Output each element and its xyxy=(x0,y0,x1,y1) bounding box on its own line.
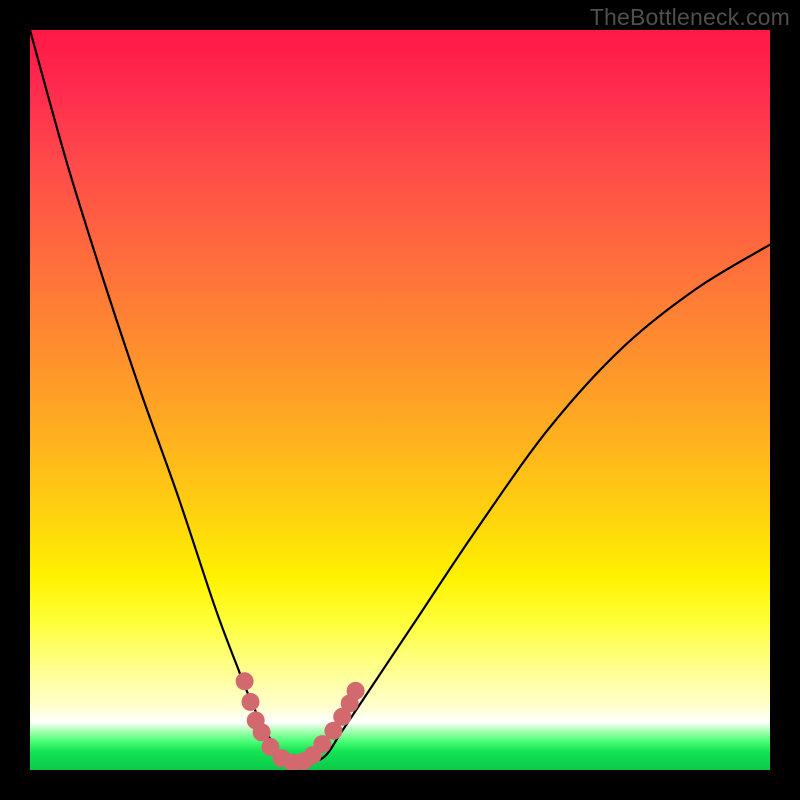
highlight-dot xyxy=(236,672,254,690)
highlight-dot xyxy=(347,682,365,700)
chart-frame: TheBottleneck.com xyxy=(0,0,800,800)
plot-area xyxy=(30,30,770,770)
dots-layer xyxy=(30,30,770,770)
highlight-dots xyxy=(236,672,365,770)
watermark-text: TheBottleneck.com xyxy=(590,4,790,31)
highlight-dot xyxy=(242,693,260,711)
